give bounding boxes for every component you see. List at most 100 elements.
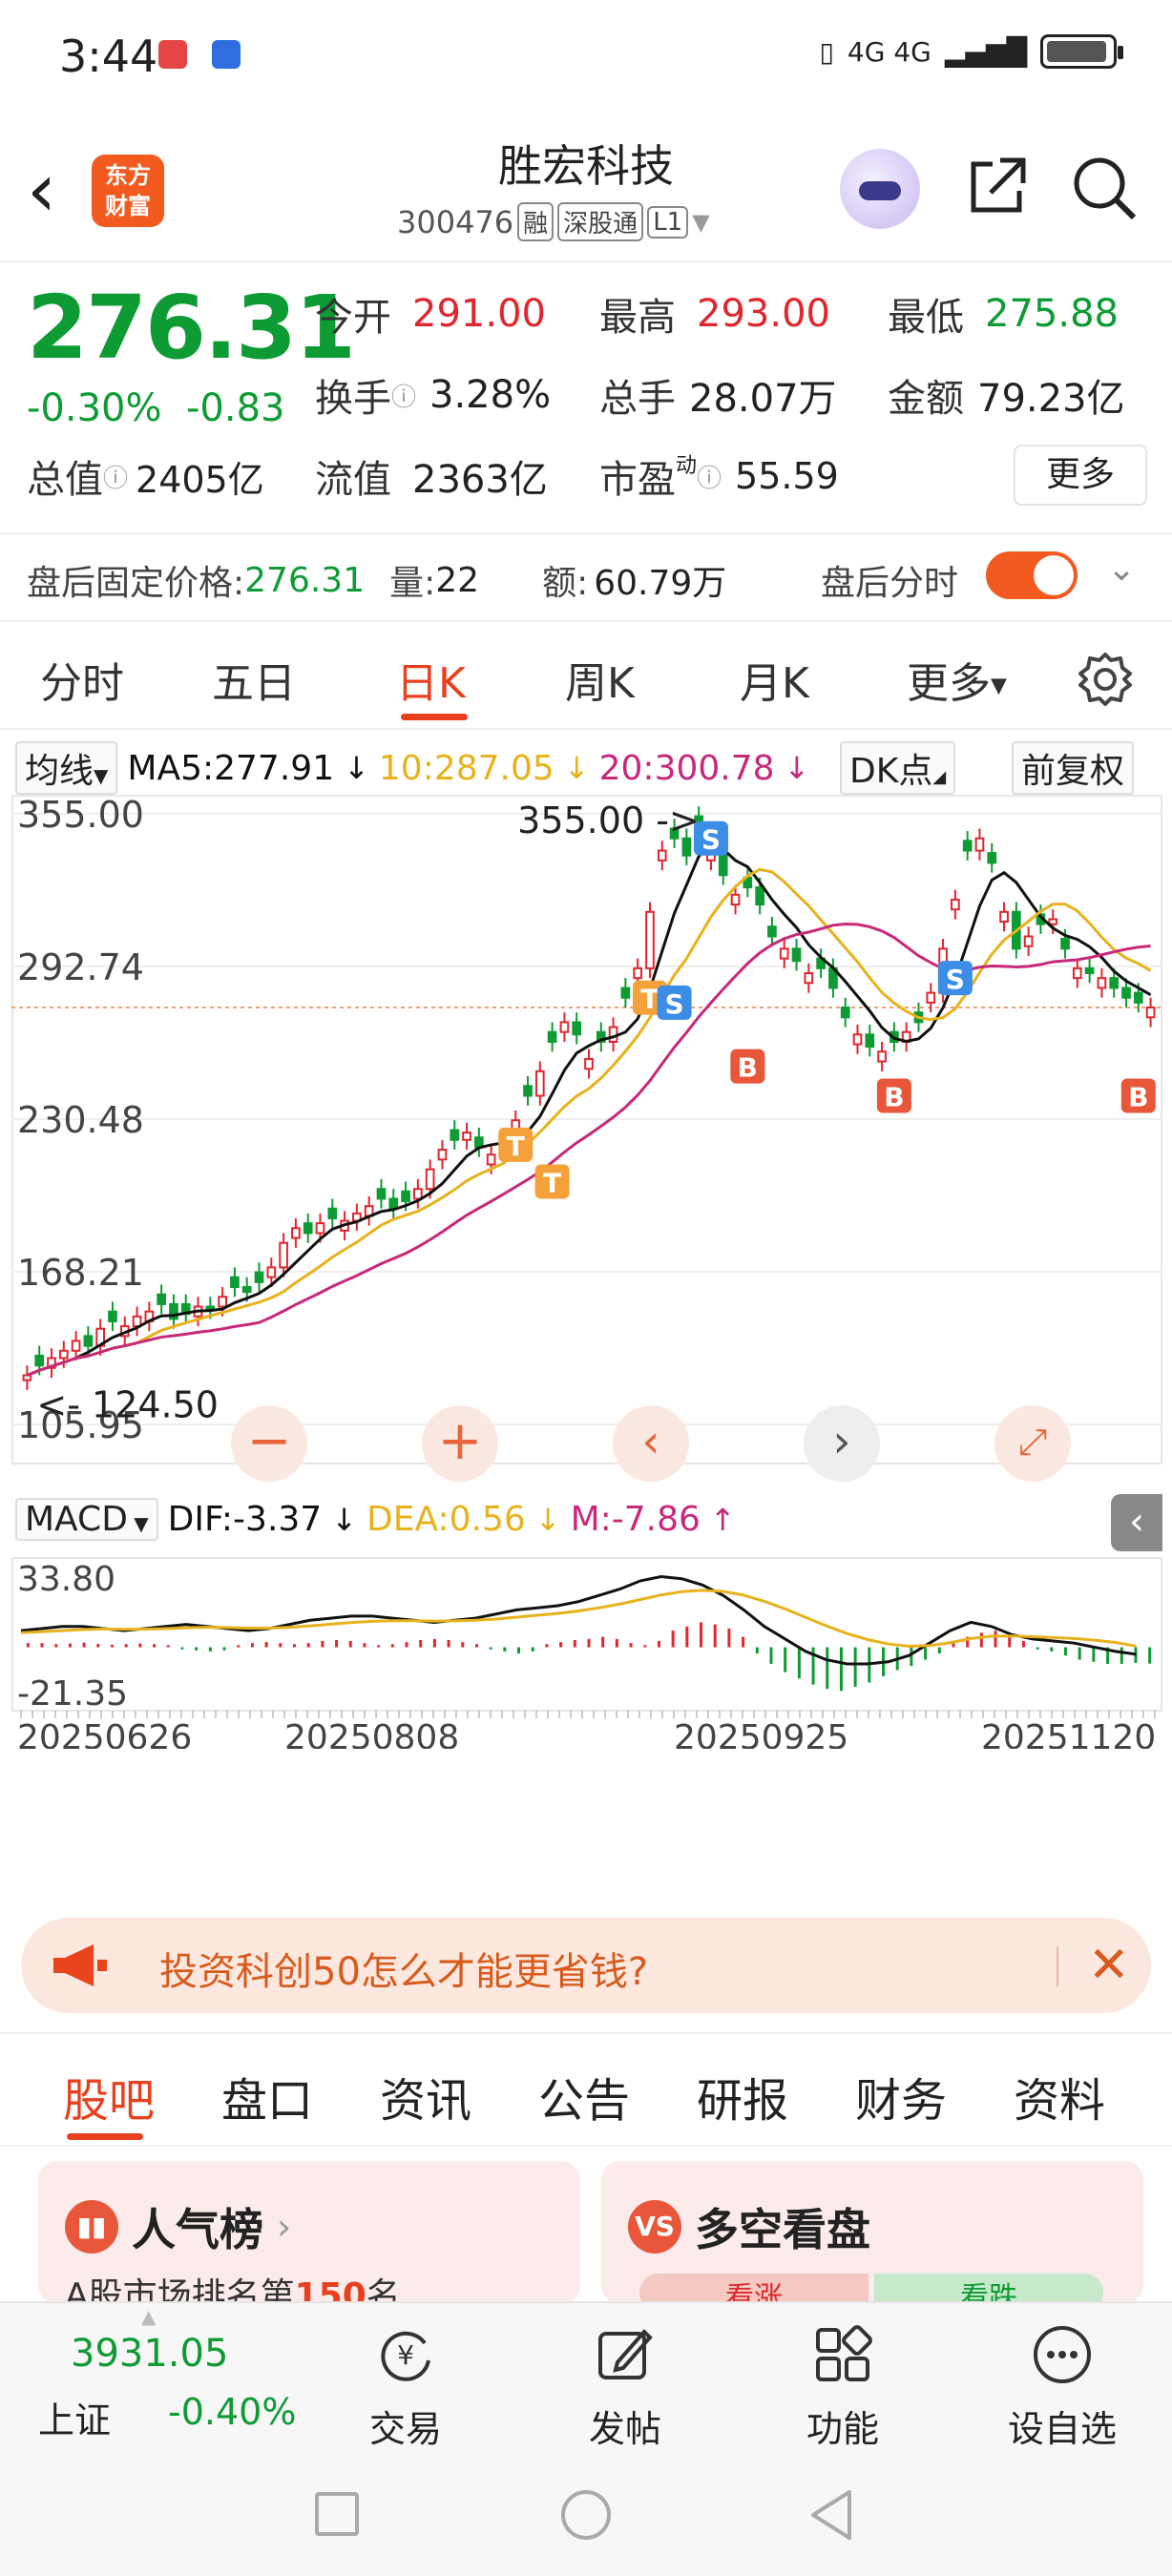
candle-body: [779, 947, 789, 960]
popularity-card[interactable]: ▮▮ 人气榜 › A股市场排名第150名: [38, 2161, 580, 2316]
bull-bear-card[interactable]: VS 多空看盘 看涨 看跌: [601, 2161, 1143, 2315]
bull-bear-title: 多空看盘: [695, 2204, 870, 2255]
tab-pankou[interactable]: 盘口: [221, 2063, 313, 2129]
assistant-robot-icon[interactable]: [840, 149, 920, 229]
ad-banner[interactable]: 投资科创50怎么才能更省钱? ✕: [21, 1918, 1151, 2013]
candle-body: [730, 893, 741, 906]
close-icon[interactable]: ✕: [1088, 1937, 1130, 1994]
down-arrow-icon: ↓: [534, 1501, 561, 1538]
tab-intraday[interactable]: 分时: [40, 649, 124, 710]
candle-body: [327, 1207, 338, 1220]
fullscreen-icon[interactable]: ⤢: [994, 1405, 1071, 1482]
tab-more-periods[interactable]: 更多▼: [907, 649, 1007, 710]
quote-amount: 金额 79.23亿: [888, 377, 1125, 421]
dk-point-selector[interactable]: DK点◢: [840, 741, 956, 795]
megaphone-icon: [53, 1944, 107, 1986]
recent-apps-button[interactable]: [315, 2492, 359, 2536]
ma-selector[interactable]: 均线▼: [15, 741, 118, 795]
collapse-panel-button[interactable]: ‹: [1111, 1494, 1162, 1551]
more-quote-button[interactable]: 更多: [1014, 445, 1147, 506]
stock-code: 300476: [397, 203, 514, 240]
back-icon[interactable]: ‹: [27, 153, 74, 229]
caret-up-icon: ▲: [141, 2305, 157, 2328]
ad-divider: [1057, 1946, 1058, 1986]
tab-weekly-k[interactable]: 周K: [565, 649, 635, 710]
macd-dea: DEA:0.56: [366, 1500, 526, 1539]
chevron-down-icon[interactable]: ⌄: [1107, 550, 1136, 589]
ma5-value: MA5:277.91: [127, 748, 335, 788]
macd-bar: MACD ▼ DIF:-3.37 ↓ DEA:0.56 ↓ M:-7.86 ↑: [15, 1498, 736, 1541]
info-icon[interactable]: ⓘ: [103, 459, 128, 494]
tab-daily-k[interactable]: 日K: [396, 649, 466, 710]
quote-low: 最低 275.88: [888, 292, 1119, 340]
index-value[interactable]: 3931.05: [71, 2332, 228, 2376]
info-icon[interactable]: ⓘ: [697, 459, 722, 494]
index-change[interactable]: -0.40%: [168, 2391, 296, 2433]
candle-body: [657, 849, 667, 862]
zoom-in-button[interactable]: +: [422, 1405, 498, 1482]
macd-dif-line: [20, 1575, 1137, 1666]
gear-icon[interactable]: [1077, 651, 1134, 708]
candle-body: [877, 1050, 887, 1063]
tab-profile[interactable]: 资料: [1014, 2063, 1105, 2129]
after-hours-amount: 60.79万: [594, 564, 727, 603]
search-icon[interactable]: [1069, 153, 1140, 223]
after-hours-price: 276.31: [244, 560, 366, 600]
down-arrow-icon: ↓: [344, 750, 369, 786]
nav-add-watchlist[interactable]: 设自选: [981, 2322, 1143, 2452]
ma10-value: 10:287.05: [378, 748, 555, 788]
tab-news[interactable]: 资讯: [380, 2063, 471, 2129]
share-icon[interactable]: [964, 153, 1031, 219]
stock-header: 胜宏科技 ‹ 东方 财富 300476 融 深股通 L1 ▼: [0, 124, 1172, 262]
tab-five-day[interactable]: 五日: [212, 649, 296, 710]
after-hours-toggle[interactable]: [986, 551, 1078, 599]
bar-chart-icon: ▮▮: [65, 2200, 118, 2254]
change-value: -0.83: [186, 386, 285, 430]
candle-body: [926, 991, 936, 1004]
tab-research[interactable]: 研报: [697, 2063, 788, 2129]
info-icon[interactable]: ⓘ: [391, 378, 416, 413]
ad-text: 投资科创50怎么才能更省钱?: [159, 1950, 649, 1994]
tab-financials[interactable]: 财务: [855, 2063, 947, 2129]
macd-m: M:-7.86: [570, 1500, 701, 1539]
macd-selector[interactable]: MACD ▼: [15, 1498, 158, 1541]
candle-body: [108, 1310, 117, 1322]
back-button[interactable]: [807, 2488, 855, 2542]
stock-code-row[interactable]: 300476 融 深股通 L1 ▼: [397, 202, 710, 241]
tag-connect: 深股通: [557, 202, 644, 241]
down-arrow-icon: ↓: [331, 1501, 358, 1538]
status-time: 3:44: [59, 31, 158, 82]
candle-body: [315, 1222, 325, 1235]
y-tick-label: 230.48: [17, 1099, 144, 1141]
tab-guba[interactable]: 股吧: [63, 2063, 155, 2129]
candle-body: [1072, 966, 1082, 980]
up-arrow-icon: ↑: [709, 1501, 736, 1538]
scroll-right-button[interactable]: ›: [804, 1405, 880, 1482]
index-name[interactable]: 上证: [38, 2391, 111, 2443]
home-button[interactable]: [561, 2490, 611, 2540]
adjust-selector[interactable]: 前复权: [1012, 741, 1135, 795]
zoom-out-button[interactable]: −: [231, 1405, 307, 1482]
tab-announcements[interactable]: 公告: [538, 2063, 630, 2129]
candle-body: [401, 1190, 410, 1203]
kline-chart-area[interactable]: 均线▼ MA5:277.91 ↓ 10:287.05 ↓ 20:300.78 ↓ DK…: [11, 737, 1162, 1816]
nav-trade[interactable]: ¥ 交易: [324, 2322, 487, 2452]
candle-body: [1121, 987, 1131, 999]
candle-body: [157, 1293, 166, 1305]
tab-monthly-k[interactable]: 月K: [740, 649, 809, 710]
candle-body: [852, 1033, 863, 1046]
y-tick-label: 292.74: [17, 946, 144, 988]
candle-body: [974, 837, 985, 852]
candle-body: [388, 1197, 399, 1210]
down-arrow-icon: ↓: [784, 750, 810, 786]
candle-body: [22, 1374, 32, 1381]
candle-body: [584, 1057, 594, 1070]
active-content-tab-indicator: [67, 2133, 143, 2140]
candle-body: [462, 1132, 471, 1141]
nav-post[interactable]: 发帖: [544, 2322, 706, 2452]
kline-svg[interactable]: 355.00292.74230.48168.21105.95355.00 -><…: [11, 795, 1162, 1749]
nav-features[interactable]: 功能: [762, 2322, 924, 2452]
scroll-left-button[interactable]: ‹: [613, 1405, 689, 1482]
yuan-exchange-icon: ¥: [381, 2331, 430, 2381]
grid-icon: [816, 2325, 872, 2381]
